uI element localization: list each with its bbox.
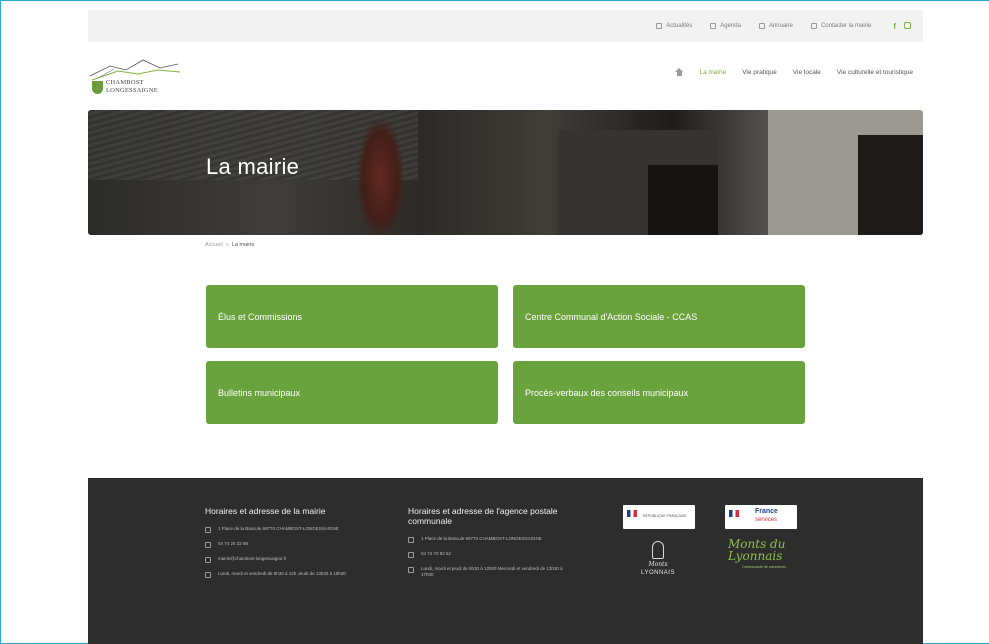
mairie-hours: Lundi, mardi et vendredi de 8h30 à 12h J… <box>218 571 346 576</box>
site-logo[interactable]: CHAMBOST LONGESSAIGNE <box>88 54 188 100</box>
partner-republique-francaise[interactable]: RÉPUBLIQUE FRANÇAISE <box>623 505 695 529</box>
partner-ccml[interactable]: Monts du Lyonnais Communauté de communes <box>728 538 808 586</box>
site-header: CHAMBOST LONGESSAIGNE La mairie Vie prat… <box>88 50 923 102</box>
main-nav: La mairie Vie pratique Vie locale Vie cu… <box>675 68 913 76</box>
partner-monts-lyonnais[interactable]: Monts LYONNAIS <box>628 541 688 589</box>
map-pin-icon <box>205 527 211 533</box>
french-flag-icon <box>627 510 637 517</box>
footer-mairie-info: Horaires et adresse de la mairie 1 Place… <box>205 506 355 586</box>
home-icon[interactable] <box>675 68 684 76</box>
logo-name-line2: LONGESSAIGNE <box>106 86 158 94</box>
logo-name-line1: CHAMBOST <box>106 79 144 86</box>
french-flag-icon <box>729 510 739 517</box>
mail-icon <box>205 557 211 563</box>
mail-icon <box>810 23 817 29</box>
tile-bulletins[interactable]: Bulletins municipaux <box>206 361 498 424</box>
agence-address: 1 Place de la Bascule 69770 CHAMBOST-LON… <box>421 536 542 541</box>
agence-hours: Lundi, mardi et jeudi de 8h30 à 12h00 Me… <box>421 566 563 577</box>
breadcrumb-home[interactable]: Accueil <box>205 242 223 248</box>
breadcrumb-separator: » <box>225 242 229 248</box>
nav-item-vie-culturelle[interactable]: Vie culturelle et touristique <box>837 69 913 76</box>
footer-mairie-title: Horaires et adresse de la mairie <box>205 506 326 516</box>
partner-france-services[interactable]: France services <box>725 505 797 529</box>
phone-icon <box>408 552 414 558</box>
crest-icon <box>92 81 103 94</box>
clock-icon <box>205 572 211 578</box>
footer-agence-title: Horaires et adresse de l'agence postale … <box>408 506 558 526</box>
tile-proces-verbaux[interactable]: Procès-verbaux des conseils municipaux <box>513 361 805 424</box>
breadcrumb: Accueil » La mairie <box>205 242 254 248</box>
tile-ccas[interactable]: Centre Communal d'Action Sociale - CCAS <box>513 285 805 348</box>
social-links: f <box>893 21 911 31</box>
topbar-link-news[interactable]: Actualités <box>656 23 692 29</box>
book-icon <box>758 23 765 29</box>
mairie-email[interactable]: mairie@chambost-longessaigne.fr <box>218 556 286 562</box>
hero-banner: La mairie <box>88 110 923 235</box>
mairie-phone[interactable]: 04 74 26 32 88 <box>218 541 248 547</box>
clock-icon <box>408 567 414 573</box>
leaf-icon <box>652 541 664 559</box>
calendar-icon <box>710 23 717 29</box>
topbar-link-contact[interactable]: Contacter la mairie <box>810 23 871 29</box>
topbar-link-agenda[interactable]: Agenda <box>710 23 741 29</box>
tile-elus-commissions[interactable]: Élus et Commissions <box>206 285 498 348</box>
footer-agence-postale-info: Horaires et adresse de l'agence postale … <box>408 506 568 586</box>
instagram-icon[interactable] <box>904 21 911 29</box>
nav-item-vie-pratique[interactable]: Vie pratique <box>742 69 777 76</box>
site-footer: Horaires et adresse de la mairie 1 Place… <box>88 478 923 644</box>
phone-icon <box>205 542 211 548</box>
topbar-link-directory[interactable]: Annuaire <box>758 23 793 29</box>
agence-phone[interactable]: 04 74 70 82 52 <box>421 551 451 557</box>
nav-item-vie-locale[interactable]: Vie locale <box>793 69 821 76</box>
facebook-icon[interactable]: f <box>893 22 896 31</box>
map-pin-icon <box>408 537 414 543</box>
breadcrumb-current: La mairie <box>231 242 255 248</box>
top-utility-bar: Actualités Agenda Annuaire Contacter la … <box>88 10 923 42</box>
mairie-address: 1 Place de la Bascule 69770 CHAMBOST-LON… <box>218 526 339 531</box>
nav-item-la-mairie[interactable]: La mairie <box>699 69 726 76</box>
newspaper-icon <box>656 23 663 29</box>
page-title: La mairie <box>206 154 300 179</box>
